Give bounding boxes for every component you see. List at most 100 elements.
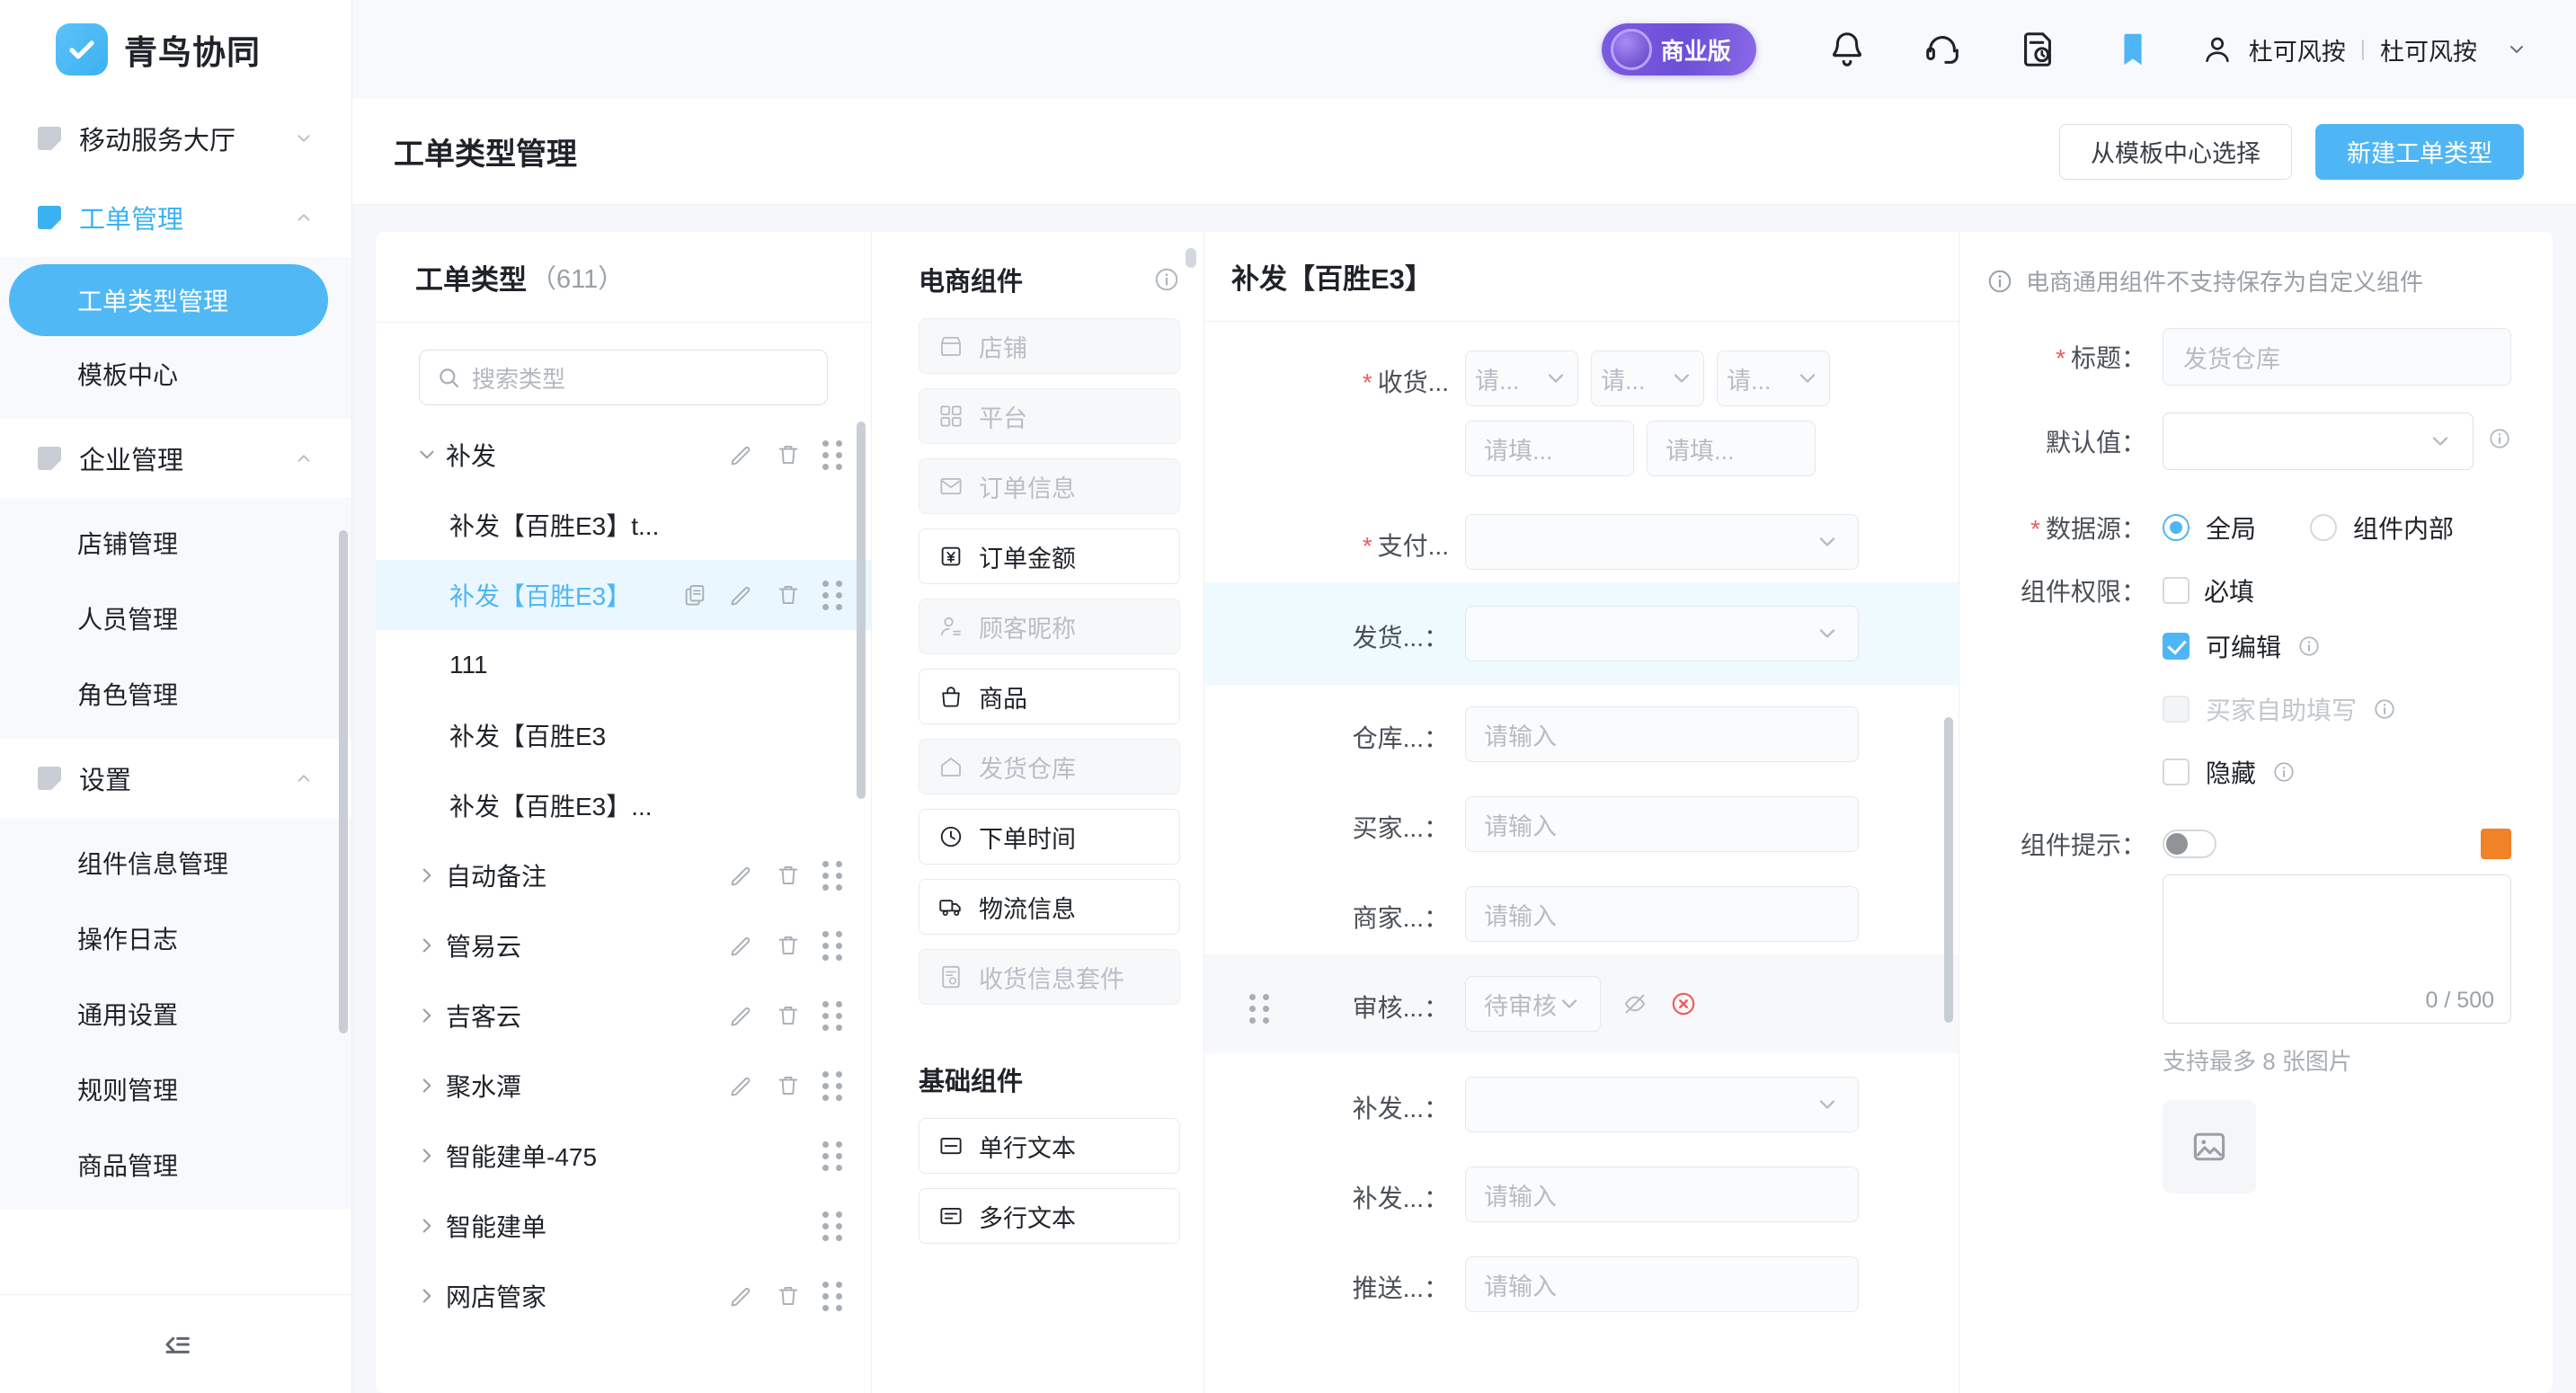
palette-scrollbar[interactable]	[1186, 248, 1196, 268]
component-tip-toggle[interactable]	[2163, 830, 2216, 858]
datasource-radio-internal[interactable]: 组件内部	[2310, 510, 2454, 546]
table-row[interactable]: 智能建单	[376, 1191, 871, 1261]
palette-item-order-info[interactable]: 订单信息	[919, 458, 1180, 514]
drag-handle-icon[interactable]	[822, 860, 842, 891]
palette-item-product[interactable]: 商品	[919, 669, 1180, 724]
editable-checkbox[interactable]	[2163, 633, 2190, 660]
table-row[interactable]: 聚水潭	[376, 1051, 871, 1121]
palette-item-shipping-warehouse[interactable]: 发货仓库	[919, 739, 1180, 794]
delete-icon[interactable]	[776, 1003, 801, 1028]
edit-icon[interactable]	[729, 863, 754, 888]
chevron-right-icon[interactable]	[415, 1214, 446, 1238]
hidden-checkbox[interactable]	[2163, 759, 2190, 785]
search-input[interactable]: 搜索类型	[419, 350, 828, 405]
title-field[interactable]: 发货仓库	[2163, 328, 2511, 386]
edit-icon[interactable]	[729, 582, 754, 608]
chevron-right-icon[interactable]	[415, 934, 446, 957]
info-icon[interactable]	[1153, 266, 1180, 293]
info-icon[interactable]	[2297, 634, 2321, 658]
buyer-input[interactable]: 请输入	[1465, 796, 1859, 852]
delete-icon[interactable]	[776, 863, 801, 888]
info-icon[interactable]	[2488, 427, 2511, 456]
drag-handle-icon[interactable]	[822, 1000, 842, 1031]
drag-handle-icon[interactable]	[822, 1211, 842, 1241]
warehouse-input[interactable]: 请输入	[1465, 706, 1859, 762]
form-row-push[interactable]: 推送...： 请输入	[1204, 1235, 1959, 1325]
document-clock-icon[interactable]	[2017, 29, 2058, 70]
edit-icon[interactable]	[729, 1003, 754, 1028]
sidebar-group-mobile-service[interactable]: 移动服务大厅	[0, 99, 351, 178]
edit-icon[interactable]	[729, 442, 754, 467]
sidebar-group-settings[interactable]: 设置	[0, 739, 351, 818]
drag-handle-icon[interactable]	[1246, 976, 1278, 1024]
delete-icon[interactable]	[776, 1283, 801, 1309]
delete-icon[interactable]	[776, 1073, 801, 1098]
accent-color-chip[interactable]	[2481, 829, 2511, 859]
palette-item-order-amount[interactable]: 订单金额	[919, 528, 1180, 584]
form-row-audit[interactable]: 审核...： 待审核	[1204, 954, 1959, 1053]
bell-icon[interactable]	[1826, 29, 1868, 70]
palette-item-single-line-text[interactable]: 单行文本	[919, 1118, 1180, 1174]
chevron-right-icon[interactable]	[415, 864, 446, 887]
city-select[interactable]: 请...	[1591, 350, 1704, 406]
delete-icon[interactable]	[776, 442, 801, 467]
table-row[interactable]: 吉客云	[376, 980, 871, 1051]
table-row[interactable]: 补发【百胜E3】t...	[376, 490, 871, 560]
chevron-right-icon[interactable]	[415, 1284, 446, 1308]
user-menu[interactable]: 杜可风按 | 杜可风按	[2200, 32, 2527, 67]
push-input[interactable]: 请输入	[1465, 1256, 1859, 1312]
required-checkbox[interactable]	[2163, 577, 2190, 604]
sidebar-item-shop-management[interactable]: 店铺管理	[0, 505, 351, 581]
drag-handle-icon[interactable]	[822, 1070, 842, 1101]
sidebar-item-operation-log[interactable]: 操作日志	[0, 901, 351, 976]
collapse-sidebar-icon[interactable]	[158, 1326, 194, 1362]
sidebar-item-general-settings[interactable]: 通用设置	[0, 976, 351, 1051]
chevron-down-icon[interactable]	[2506, 39, 2527, 60]
info-icon[interactable]	[2373, 697, 2396, 721]
palette-item-receiving-info-suite[interactable]: 收货信息套件	[919, 949, 1180, 1005]
chevron-right-icon[interactable]	[415, 1144, 446, 1167]
table-row[interactable]: 补发【百胜E3】...	[376, 770, 871, 840]
receiver-name-input[interactable]: 请填...	[1465, 421, 1634, 476]
new-ticket-type-button[interactable]: 新建工单类型	[2315, 123, 2524, 180]
drag-handle-icon[interactable]	[822, 439, 842, 470]
form-row-reship-input[interactable]: 补发...： 请输入	[1204, 1145, 1959, 1235]
palette-item-multi-line-text[interactable]: 多行文本	[919, 1188, 1180, 1244]
sidebar-item-role-management[interactable]: 角色管理	[0, 656, 351, 732]
palette-item-order-time[interactable]: 下单时间	[919, 809, 1180, 865]
table-row[interactable]: 管易云	[376, 910, 871, 980]
table-row[interactable]: 自动备注	[376, 840, 871, 910]
ticket-type-scrollbar[interactable]	[857, 421, 866, 799]
form-canvas-scrollbar[interactable]	[1944, 717, 1953, 1023]
form-row-shipping-warehouse[interactable]: 发货...：	[1204, 582, 1959, 685]
copy-icon[interactable]	[682, 582, 707, 608]
chevron-down-icon[interactable]	[415, 443, 446, 466]
palette-item-shop[interactable]: 店铺	[919, 318, 1180, 374]
default-value-select[interactable]	[2163, 413, 2474, 470]
form-row-reship-select[interactable]: 补发...：	[1204, 1053, 1959, 1145]
edit-icon[interactable]	[729, 1283, 754, 1309]
sidebar-group-enterprise[interactable]: 企业管理	[0, 419, 351, 498]
table-row[interactable]: 补发【百胜E3】	[376, 560, 871, 630]
headset-icon[interactable]	[1922, 29, 1963, 70]
sidebar-group-ticket[interactable]: 工单管理	[0, 178, 351, 257]
bookmark-icon[interactable]	[2112, 29, 2154, 70]
shipping-warehouse-select[interactable]	[1465, 606, 1859, 661]
tip-textarea[interactable]: 0 / 500	[2163, 874, 2511, 1024]
delete-icon[interactable]	[776, 933, 801, 958]
district-select[interactable]: 请...	[1717, 350, 1830, 406]
palette-item-logistics-info[interactable]: 物流信息	[919, 879, 1180, 935]
image-upload-button[interactable]	[2163, 1100, 2256, 1193]
chevron-right-icon[interactable]	[415, 1004, 446, 1027]
select-from-template-center-button[interactable]: 从模板中心选择	[2059, 123, 2292, 180]
sidebar-item-template-center[interactable]: 模板中心	[0, 336, 351, 412]
delete-circle-icon[interactable]	[1669, 989, 1698, 1018]
sidebar-item-product-management[interactable]: 商品管理	[0, 1127, 351, 1202]
palette-item-platform[interactable]: 平台	[919, 388, 1180, 444]
drag-handle-icon[interactable]	[822, 580, 842, 610]
payment-select[interactable]	[1465, 514, 1859, 570]
sidebar-scrollbar[interactable]	[339, 530, 348, 1034]
receiver-phone-input[interactable]: 请填...	[1647, 421, 1816, 476]
table-row[interactable]: 补发	[376, 420, 871, 490]
datasource-radio-global[interactable]: 全局	[2163, 510, 2256, 546]
